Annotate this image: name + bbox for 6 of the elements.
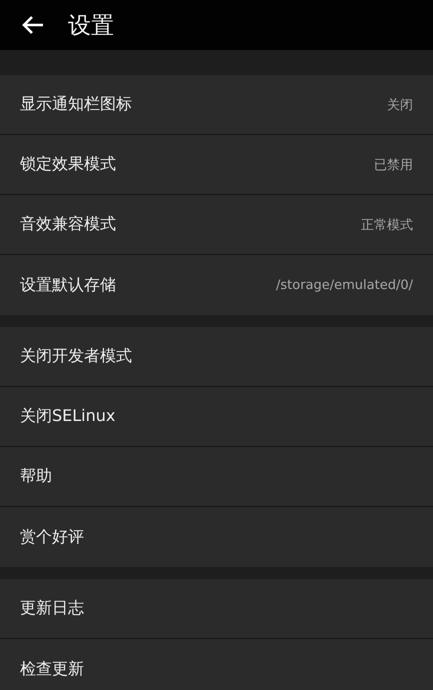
setting-value: 关闭 [387, 96, 413, 114]
setting-value: 正常模式 [361, 216, 413, 234]
back-arrow-icon [22, 15, 44, 35]
setting-value: 已禁用 [374, 156, 413, 174]
screen-title: 设置 [68, 12, 114, 40]
setting-value: /storage/emulated/0/ [276, 278, 413, 292]
